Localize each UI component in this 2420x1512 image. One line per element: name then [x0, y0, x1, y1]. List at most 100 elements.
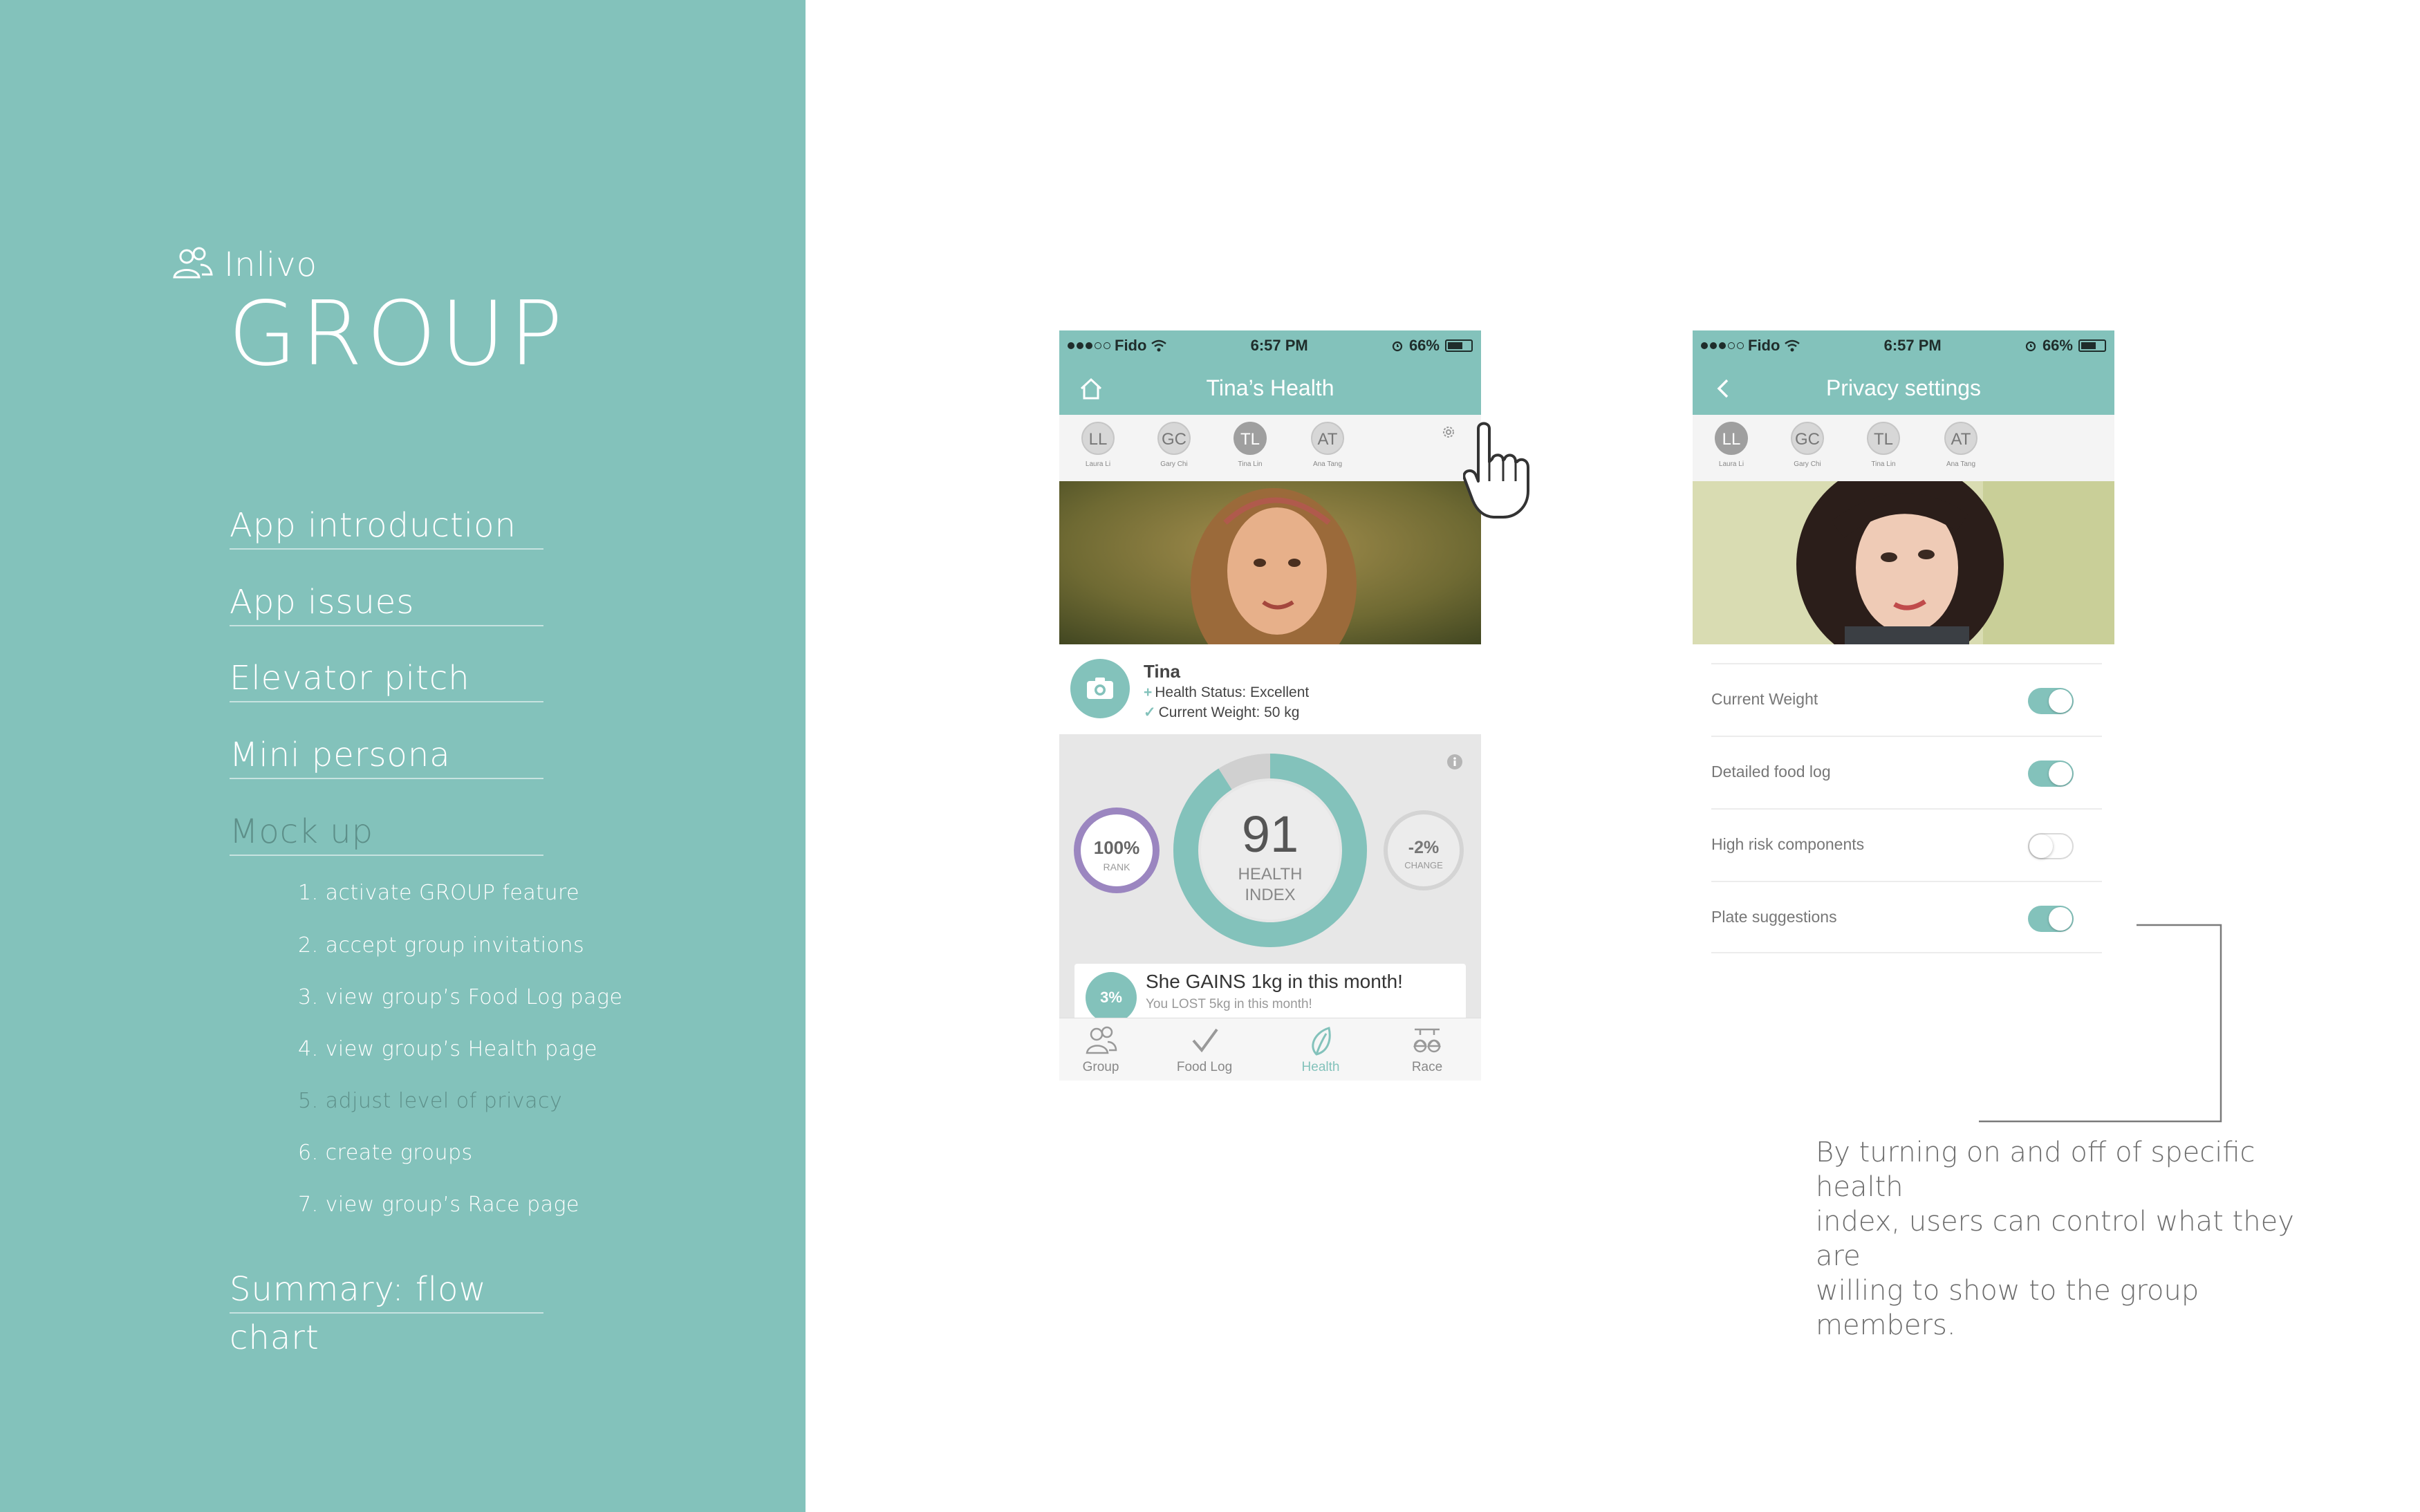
tab-race[interactable]: Race: [1386, 1025, 1469, 1075]
mockup-item-health-page[interactable]: 4. view group’s Health page: [298, 1037, 597, 1061]
member-ana-tang[interactable]: AT Ana Tang: [1305, 422, 1350, 468]
health-status: + Health Status: Excellent: [1144, 684, 1309, 701]
leaf-icon: [1312, 1027, 1331, 1056]
member-gary-chi[interactable]: GC Gary Chi: [1785, 422, 1830, 468]
toggle-row-plate-suggestions: Plate suggestions: [1711, 881, 2102, 953]
detailed-food-log-toggle[interactable]: [2028, 760, 2074, 787]
toggle-row-detailed-food-log: Detailed food log: [1711, 736, 2102, 808]
health-index-value: 91: [1242, 805, 1299, 863]
privacy-screen: Fido 6:57 PM 66% Privacy settings LL Lau…: [1693, 330, 2114, 1081]
toggle-row-current-weight: Current Weight: [1711, 663, 2102, 736]
screen-title: Tina’s Health: [1206, 375, 1334, 400]
gear-icon[interactable]: [1440, 424, 1457, 440]
member-name: Tina Lin: [1238, 460, 1263, 468]
battery-icon: [1444, 339, 1473, 352]
pointer-hand-icon: [1463, 422, 1529, 519]
member-name: Gary Chi: [1160, 460, 1188, 468]
nav-bar: Tina’s Health: [1059, 361, 1481, 415]
plus-icon: +: [1144, 684, 1153, 700]
tab-group[interactable]: Group: [1059, 1025, 1142, 1075]
member-gary-chi[interactable]: GC Gary Chi: [1152, 422, 1196, 468]
member-tina-lin[interactable]: TL Tina Lin: [1861, 422, 1906, 468]
avatar: TL: [1234, 422, 1267, 455]
group-icon: [173, 247, 213, 279]
tab-label: Race: [1411, 1060, 1443, 1074]
mockup-item-create-groups[interactable]: 6. create groups: [298, 1141, 473, 1165]
health-index-label-1: HEALTH: [1238, 865, 1303, 884]
signal-icon: [1701, 342, 1744, 349]
toggle-label: Current Weight: [1711, 690, 1818, 708]
member-name: Ana Tang: [1946, 460, 1976, 468]
annotation-line: index, users can control what they are: [1816, 1206, 2294, 1272]
tab-food-log[interactable]: Food Log: [1163, 1025, 1246, 1075]
nav-elevator-pitch[interactable]: Elevator pitch: [230, 654, 543, 702]
avatar: LL: [1715, 422, 1748, 455]
avatar: TL: [1867, 422, 1900, 455]
tab-label: Food Log: [1176, 1060, 1233, 1074]
nav-bar: Privacy settings: [1693, 361, 2114, 415]
sidebar: Inlivo GROUP App introduction App issues…: [0, 0, 806, 1512]
current-weight-toggle[interactable]: [2028, 688, 2074, 714]
tab-label: Health: [1301, 1060, 1340, 1074]
high-risk-components-toggle[interactable]: [2028, 833, 2074, 859]
mockup-item-race-page[interactable]: 7. view group’s Race page: [298, 1193, 579, 1217]
battery-percent: 66%: [1408, 337, 1440, 354]
tip-subtitle: You LOST 5kg in this month!: [1146, 997, 1312, 1011]
nav-summary-flow-chart[interactable]: Summary: flow chart: [230, 1265, 543, 1357]
mockup-item-food-log[interactable]: 3. view group’s Food Log page: [298, 985, 623, 1009]
toggle-label: Detailed food log: [1711, 763, 1831, 781]
toggle-row-high-risk-components: High risk components: [1711, 808, 2102, 881]
plate-suggestions-toggle[interactable]: [2028, 906, 2074, 932]
screen-title: Privacy settings: [1825, 375, 1982, 400]
health-index-label-2: INDEX: [1245, 886, 1295, 904]
check-icon: [1192, 1028, 1218, 1053]
mockup-item-activate-group[interactable]: 1. activate GROUP feature: [298, 881, 579, 905]
profile-photo: [1059, 481, 1481, 644]
member-laura-li[interactable]: LL Laura Li: [1709, 422, 1753, 468]
brand: Inlivo: [171, 245, 317, 284]
avatar: LL: [1081, 422, 1115, 455]
change-value: -2%: [1408, 838, 1439, 857]
annotation-text: By turning on and off of specific health…: [1816, 1135, 2341, 1343]
tab-health[interactable]: Health: [1279, 1025, 1362, 1075]
camera-button[interactable]: [1070, 659, 1130, 718]
member-name: Laura Li: [1718, 460, 1744, 468]
rank-value: 100%: [1094, 837, 1140, 858]
nav-mock-up[interactable]: Mock up: [230, 808, 543, 856]
profile-card: Tina + Health Status: Excellent ✓ Current …: [1059, 644, 1481, 730]
nav-mini-persona[interactable]: Mini persona: [230, 731, 543, 779]
tip-title: She GAINS 1kg in this month!: [1146, 971, 1403, 992]
rings-chart: 100% RANK 91 HEALTH INDEX -2% CHANGE: [1074, 754, 1464, 947]
alarm-icon: [1392, 341, 1403, 352]
toggle-label: Plate suggestions: [1711, 908, 1837, 926]
current-weight-text: Current Weight: 50 kg: [1158, 704, 1300, 720]
status-bar: Fido 6:57 PM 66%: [1059, 330, 1481, 361]
slide: Inlivo GROUP App introduction App issues…: [0, 0, 2420, 1512]
change-label: CHANGE: [1404, 860, 1443, 870]
check-icon: ✓: [1144, 704, 1156, 720]
member-laura-li[interactable]: LL Laura Li: [1076, 422, 1120, 468]
signal-icon: [1068, 342, 1110, 349]
battery-icon: [2078, 339, 2106, 352]
nav-app-introduction[interactable]: App introduction: [230, 501, 543, 550]
race-icon: [1413, 1028, 1442, 1053]
status-time: 6:57 PM: [1883, 337, 1942, 354]
home-icon[interactable]: [1077, 375, 1105, 402]
member-ana-tang[interactable]: AT Ana Tang: [1939, 422, 1983, 468]
member-name: Tina Lin: [1871, 460, 1896, 468]
annotation-line: By turning on and off of specific health: [1816, 1137, 2255, 1203]
mockup-item-accept-invitations[interactable]: 2. accept group invitations: [298, 933, 584, 958]
battery-percent: 66%: [2042, 337, 2073, 354]
health-screen: Fido 6:57 PM 66% Tina’s Health LL Laura …: [1059, 330, 1481, 1081]
avatar: GC: [1157, 422, 1191, 455]
camera-icon: [1087, 678, 1113, 699]
wifi-icon: [1151, 339, 1167, 352]
mockup-item-privacy[interactable]: 5. adjust level of privacy: [298, 1089, 562, 1113]
current-weight: ✓ Current Weight: 50 kg: [1144, 704, 1300, 721]
member-name: Ana Tang: [1312, 460, 1343, 468]
page-title: GROUP: [228, 283, 567, 386]
member-tina-lin[interactable]: TL Tina Lin: [1228, 422, 1272, 468]
back-chevron-icon[interactable]: [1711, 375, 1738, 402]
member-strip: LL Laura Li GC Gary Chi TL Tina Lin AT A…: [1059, 415, 1481, 481]
nav-app-issues[interactable]: App issues: [230, 578, 543, 626]
